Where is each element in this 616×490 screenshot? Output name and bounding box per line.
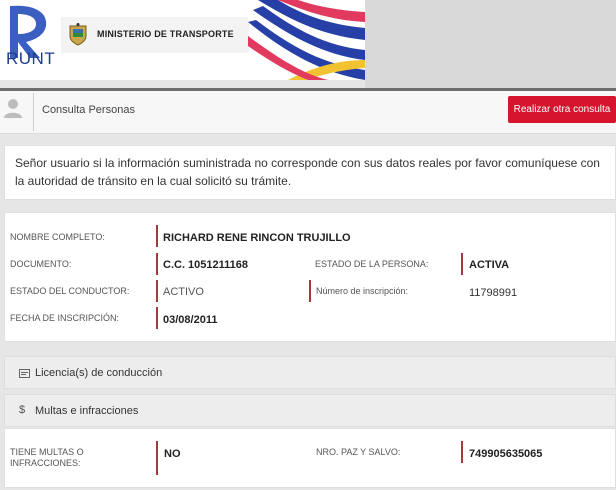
page-title: Consulta Personas: [42, 104, 135, 116]
registration-date-label: FECHA DE INSCRIPCIÓN:: [10, 313, 120, 323]
driver-status-label: ESTADO DEL CONDUCTOR:: [10, 286, 130, 296]
separator: [33, 93, 34, 131]
has-fines-value: NO: [164, 448, 181, 460]
label-bar: [156, 253, 158, 275]
full-name-label: NOMBRE COMPLETO:: [10, 232, 105, 242]
person-info-card: NOMBRE COMPLETO: RICHARD RENE RINCON TRU…: [4, 212, 616, 342]
has-fines-label: TIENE MULTAS O INFRACCIONES:: [10, 447, 84, 468]
label-bar: [461, 441, 463, 463]
user-icon: [4, 99, 22, 118]
label-bar: [156, 441, 158, 475]
full-name-value: RICHARD RENE RINCON TRUJILLO: [163, 232, 351, 244]
label-bar: [156, 280, 158, 302]
person-status-label: ESTADO DE LA PERSONA:: [315, 259, 429, 269]
coat-of-arms-icon: [69, 23, 87, 46]
dollar-icon: $: [19, 404, 26, 416]
decorative-stripes: [248, 0, 365, 80]
consulta-bar: Consulta Personas Realizar otra consulta: [0, 91, 616, 134]
label-bar: [309, 280, 311, 302]
notice-text: Señor usuario si la información suminist…: [15, 156, 600, 188]
licenses-section-label: Licencia(s) de conducción: [35, 367, 163, 379]
header-gray-area: [365, 0, 616, 88]
fines-info-card: TIENE MULTAS O INFRACCIONES: NO NRO. PAZ…: [4, 428, 616, 488]
person-status-value: ACTIVA: [469, 259, 510, 271]
label-bar: [156, 307, 158, 329]
label-bar: [461, 253, 463, 275]
licenses-section-header[interactable]: Licencia(s) de conducción: [4, 356, 616, 389]
registration-number-label: Número de inscripción:: [316, 286, 409, 296]
notice-box: Señor usuario si la información suminist…: [4, 145, 616, 200]
runt-logo-text: RUNT: [6, 49, 56, 68]
document-label: DOCUMENTO:: [10, 259, 72, 269]
driver-status-value: ACTIVO: [163, 286, 204, 298]
clearance-number-label: NRO. PAZ Y SALVO:: [316, 447, 401, 457]
ministry-badge: MINISTERIO DE TRANSPORTE: [61, 17, 249, 53]
ministry-name: MINISTERIO DE TRANSPORTE: [97, 29, 234, 39]
label-bar: [156, 225, 158, 247]
registration-number-value: 11798991: [469, 287, 518, 299]
license-card-icon: [19, 369, 30, 378]
fines-section-header[interactable]: $ Multas e infracciones: [4, 394, 616, 427]
clearance-number-value: 749905635065: [469, 448, 543, 460]
site-header: RUNT MINISTERIO DE TRANSPORTE: [0, 0, 365, 80]
document-value: C.C. 1051211168: [163, 259, 249, 271]
registration-date-value: 03/08/2011: [163, 314, 218, 326]
fines-section-label: Multas e infracciones: [35, 405, 139, 417]
new-query-button[interactable]: Realizar otra consulta: [508, 96, 616, 123]
